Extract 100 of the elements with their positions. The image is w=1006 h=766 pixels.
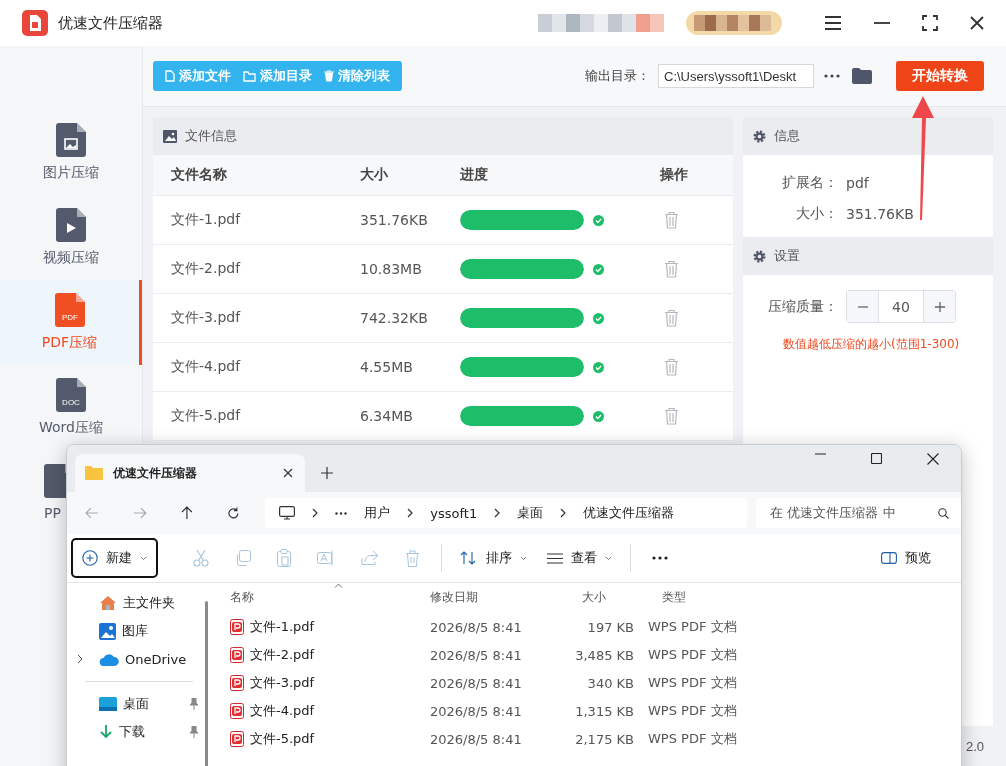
close-icon[interactable] — [927, 453, 939, 465]
more-icon[interactable] — [652, 556, 668, 560]
up-icon[interactable] — [180, 506, 193, 520]
file-row[interactable]: 文件-2.pdf 2026/8/5 8:41 3,485 KB WPS PDF 文档 — [220, 641, 961, 669]
start-button[interactable]: 开始转换 — [896, 61, 984, 91]
breadcrumb-item[interactable]: 桌面 — [517, 504, 544, 522]
expand-icon[interactable] — [77, 654, 83, 664]
file-size: 3,485 KB — [574, 647, 634, 663]
maximize-icon[interactable] — [871, 453, 882, 464]
share-icon[interactable] — [361, 550, 379, 566]
sidebar-item[interactable]: PDF PDF压缩 — [0, 280, 142, 365]
field-label: 大小： — [795, 204, 838, 223]
minus-icon[interactable] — [857, 305, 868, 308]
file-row[interactable]: 文件-3.pdf 2026/8/5 8:41 340 KB WPS PDF 文档 — [220, 669, 961, 697]
quality-stepper[interactable]: 40 — [846, 290, 956, 323]
image-icon — [99, 622, 116, 640]
copy-icon[interactable] — [235, 550, 251, 566]
nav-item[interactable]: 下载 — [67, 718, 205, 746]
image-file-icon — [56, 123, 86, 157]
search-placeholder: 在 优速文件压缩器 中 — [770, 504, 896, 522]
gear-icon — [753, 249, 766, 263]
preview-button[interactable]: 预览 — [871, 542, 941, 574]
pin-icon[interactable] — [189, 698, 199, 710]
trash-icon[interactable] — [664, 211, 679, 229]
view-button[interactable]: 查看 — [537, 542, 622, 574]
trash-icon[interactable] — [664, 407, 679, 425]
column-header[interactable]: 类型 — [662, 588, 686, 606]
table-cell-text: 10.83MB — [360, 261, 423, 277]
breadcrumb-item[interactable]: 优速文件压缩器 — [583, 504, 675, 522]
new-button[interactable]: 新建 — [71, 538, 158, 578]
nav-item[interactable]: 桌面 — [67, 690, 205, 718]
check-icon — [593, 312, 604, 324]
file-date: 2026/8/5 8:41 — [430, 675, 523, 691]
check-icon — [593, 263, 604, 275]
table-cell-text: 351.76KB — [360, 212, 429, 228]
file-row[interactable]: 文件-4.pdf 2026/8/5 8:41 1,315 KB WPS PDF 文档 — [220, 697, 961, 725]
file-row[interactable]: 文件-5.pdf 2026/8/5 8:41 2,175 KB WPS PDF 文档 — [220, 725, 961, 753]
file-date: 2026/8/5 8:41 — [430, 703, 523, 719]
sidebar-label: 图片压缩 — [43, 164, 99, 182]
panel-title: 设置 — [774, 247, 800, 265]
column-header[interactable]: 修改日期 — [430, 588, 574, 606]
file-row[interactable]: 文件-1.pdf 2026/8/5 8:41 197 KB WPS PDF 文档 — [220, 613, 961, 641]
address-bar[interactable]: 用户 yssoft1 桌面 优速文件压缩器 — [265, 498, 748, 528]
trash-icon[interactable] — [664, 358, 679, 376]
check-icon — [593, 410, 604, 422]
more-icon[interactable] — [824, 74, 840, 78]
folder-icon[interactable] — [852, 68, 872, 84]
output-path-field[interactable]: C:\Users\yssoft1\Deskt — [658, 64, 814, 88]
table-cell-text: 4.55MB — [360, 359, 414, 375]
menu-icon[interactable] — [824, 16, 842, 30]
field-label: 扩展名： — [781, 173, 838, 192]
sidebar-label: PDF压缩 — [41, 334, 98, 352]
forward-icon[interactable] — [132, 507, 147, 519]
plus-icon[interactable] — [934, 301, 945, 312]
close-icon[interactable] — [970, 16, 984, 30]
paste-icon[interactable] — [277, 549, 291, 567]
more-icon[interactable] — [335, 511, 348, 515]
close-icon[interactable] — [283, 468, 293, 478]
add-tab-icon[interactable] — [321, 467, 333, 479]
explorer-tab[interactable]: 优速文件压缩器 — [75, 454, 305, 492]
sidebar-item[interactable]: 视频压缩 — [0, 195, 142, 280]
table-cell-text: 文件-5.pdf — [171, 407, 242, 425]
column-header[interactable]: 大小 — [574, 588, 662, 606]
sort-button[interactable]: 排序 — [450, 542, 537, 574]
refresh-icon[interactable] — [226, 506, 240, 520]
nav-item[interactable]: 图库 — [67, 617, 205, 645]
search-field[interactable]: 在 优速文件压缩器 中 — [756, 498, 961, 528]
plus-circle-icon — [82, 550, 98, 566]
nav-item[interactable]: OneDrive — [67, 645, 205, 673]
table-cell-text: 文件-1.pdf — [171, 211, 242, 229]
rename-icon[interactable] — [317, 550, 335, 566]
breadcrumb-item[interactable]: 用户 — [364, 504, 391, 522]
sidebar-item[interactable]: PP — [0, 450, 66, 535]
column-header[interactable]: 名称 — [230, 588, 430, 606]
search-icon — [938, 507, 949, 519]
field-value: pdf — [846, 174, 869, 191]
folder-icon — [243, 70, 256, 82]
pdf-file-icon — [230, 675, 244, 691]
column-header: 文件名称 — [171, 166, 228, 184]
delete-icon[interactable] — [405, 549, 420, 567]
sidebar-item[interactable]: DOC Word压缩 — [0, 365, 142, 450]
file-date: 2026/8/5 8:41 — [430, 731, 523, 747]
nav-item[interactable]: 主文件夹 — [67, 589, 205, 617]
pin-icon[interactable] — [189, 726, 199, 738]
table-cell-text: 文件-4.pdf — [171, 358, 242, 376]
pdf-file-icon — [230, 703, 244, 719]
breadcrumb-item[interactable]: yssoft1 — [430, 505, 478, 521]
fullscreen-icon[interactable] — [922, 15, 938, 31]
file-name: 文件-2.pdf — [250, 646, 315, 664]
computer-icon — [279, 506, 296, 520]
cut-icon[interactable] — [193, 549, 209, 567]
trash-icon[interactable] — [664, 309, 679, 327]
image-icon — [163, 129, 177, 143]
column-header: 大小 — [360, 166, 389, 184]
trash-icon[interactable] — [664, 260, 679, 278]
column-header: 操作 — [660, 166, 688, 184]
download-icon — [99, 724, 113, 740]
sidebar-item[interactable]: 图片压缩 — [0, 110, 142, 195]
caret-icon — [520, 555, 527, 561]
back-icon[interactable] — [85, 507, 99, 519]
